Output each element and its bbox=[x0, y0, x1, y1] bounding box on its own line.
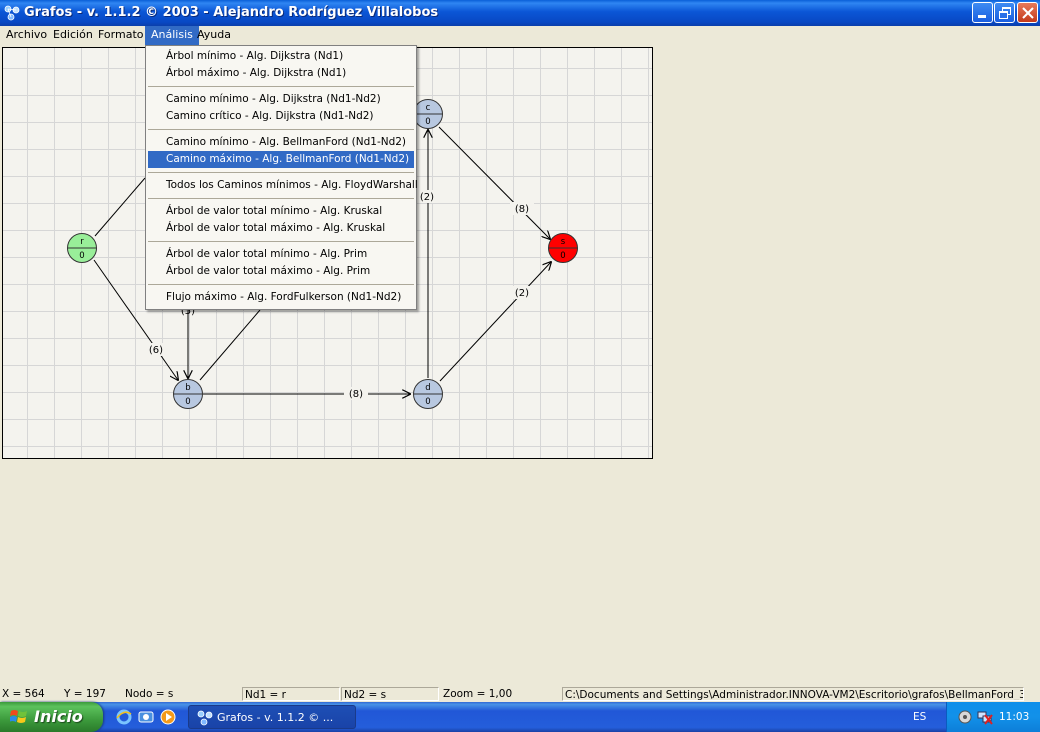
menu-separator bbox=[146, 194, 416, 203]
status-node: Nodo = s bbox=[125, 688, 174, 700]
menu-bar: Archivo Edición Formato Análisis Ayuda bbox=[0, 26, 1040, 45]
menu-arbol-maximo-prim[interactable]: Árbol de valor total máximo - Alg. Prim bbox=[148, 263, 414, 280]
minimize-button[interactable] bbox=[972, 2, 993, 23]
status-x: X = 564 bbox=[2, 688, 45, 700]
internet-explorer-icon[interactable] bbox=[116, 709, 132, 725]
taskbar: Inicio Grafos - v. 1.1.2 © ... ES 11:03 bbox=[0, 702, 1040, 732]
menu-formato[interactable]: Formato bbox=[92, 26, 150, 45]
menu-ayuda[interactable]: Ayuda bbox=[191, 26, 237, 45]
menu-arbol-maximo-dijkstra[interactable]: Árbol máximo - Alg. Dijkstra (Nd1) bbox=[148, 65, 414, 82]
edge-label-c-s: (8) bbox=[515, 204, 529, 215]
node-c-label: c bbox=[426, 103, 431, 113]
app-icon[interactable] bbox=[4, 5, 20, 21]
status-bar: X = 564 Y = 197 Nodo = s Nd1 = r Nd2 = s… bbox=[0, 686, 1040, 702]
restore-button[interactable] bbox=[994, 2, 1015, 23]
menu-flujo-maximo-fordfulkerson[interactable]: Flujo máximo - Alg. FordFulkerson (Nd1-N… bbox=[148, 289, 414, 306]
menu-todos-caminos-floydwarshall[interactable]: Todos los Caminos mínimos - Alg. FloydWa… bbox=[148, 177, 418, 194]
outlook-express-icon[interactable] bbox=[138, 709, 154, 725]
menu-arbol-minimo-kruskal[interactable]: Árbol de valor total mínimo - Alg. Krusk… bbox=[148, 203, 414, 220]
menu-camino-minimo-bellmanford[interactable]: Camino mínimo - Alg. BellmanFord (Nd1-Nd… bbox=[148, 134, 414, 151]
status-nd2: Nd2 = s bbox=[341, 687, 439, 701]
taskbar-item-grafos[interactable]: Grafos - v. 1.1.2 © ... bbox=[188, 705, 356, 729]
close-button[interactable] bbox=[1017, 2, 1038, 23]
language-indicator[interactable]: ES bbox=[913, 711, 926, 723]
node-d-value: 0 bbox=[425, 397, 430, 407]
start-label: Inicio bbox=[34, 707, 83, 726]
menu-camino-minimo-dijkstra[interactable]: Camino mínimo - Alg. Dijkstra (Nd1-Nd2) bbox=[148, 91, 414, 108]
analysis-menu: Árbol mínimo - Alg. Dijkstra (Nd1) Árbol… bbox=[145, 45, 418, 310]
edge-d-s bbox=[439, 262, 551, 382]
menu-camino-maximo-bellmanford[interactable]: Camino máximo - Alg. BellmanFord (Nd1-Nd… bbox=[148, 151, 414, 168]
menu-separator bbox=[146, 280, 416, 289]
windows-logo-icon bbox=[10, 710, 27, 723]
tray-help-icon[interactable] bbox=[957, 709, 973, 725]
node-s-label: s bbox=[561, 237, 566, 247]
edge-label-d-s: (2) bbox=[515, 288, 529, 299]
menu-arbol-maximo-kruskal[interactable]: Árbol de valor total máximo - Alg. Krusk… bbox=[148, 220, 414, 237]
menu-arbol-minimo-prim[interactable]: Árbol de valor total mínimo - Alg. Prim bbox=[148, 246, 414, 263]
window-title: Grafos - v. 1.1.2 © 2003 - Alejandro Rod… bbox=[24, 5, 439, 20]
node-c-value: 0 bbox=[425, 117, 430, 127]
menu-arbol-minimo-dijkstra[interactable]: Árbol mínimo - Alg. Dijkstra (Nd1) bbox=[148, 48, 414, 65]
media-player-icon[interactable] bbox=[160, 709, 176, 725]
edge-label-d-c: (2) bbox=[420, 192, 434, 203]
title-bar: Grafos - v. 1.1.2 © 2003 - Alejandro Rod… bbox=[0, 0, 1040, 26]
edge-label-r-b: (6) bbox=[149, 345, 163, 356]
node-s[interactable]: s 0 bbox=[548, 233, 578, 263]
node-b-value: 0 bbox=[185, 397, 190, 407]
node-b-label: b bbox=[185, 383, 190, 393]
node-s-value: 0 bbox=[560, 251, 565, 261]
node-r-value: 0 bbox=[79, 251, 84, 261]
minimize-icon bbox=[978, 15, 986, 18]
status-nd1: Nd1 = r bbox=[242, 687, 340, 701]
node-d[interactable]: d 0 bbox=[413, 379, 443, 409]
status-y: Y = 197 bbox=[64, 688, 106, 700]
menu-separator bbox=[146, 237, 416, 246]
start-button[interactable]: Inicio bbox=[0, 702, 103, 732]
menu-archivo[interactable]: Archivo bbox=[0, 26, 53, 45]
node-r-label: r bbox=[80, 237, 84, 247]
clock[interactable]: 11:03 bbox=[999, 711, 1029, 723]
system-tray: 11:03 bbox=[946, 702, 1040, 732]
edge-b-partial bbox=[199, 309, 261, 381]
status-zoom: Zoom = 1,00 bbox=[443, 688, 513, 700]
edge-label-b-d: (8) bbox=[349, 389, 363, 400]
grafos-app-icon bbox=[197, 710, 213, 726]
node-d-label: d bbox=[425, 383, 430, 393]
taskbar-item-label: Grafos - v. 1.1.2 © ... bbox=[217, 711, 334, 724]
status-file-path: C:\Documents and Settings\Administrador.… bbox=[562, 687, 1024, 701]
edge-c-s bbox=[438, 126, 550, 239]
edge-r-partial bbox=[94, 177, 146, 237]
node-r[interactable]: r 0 bbox=[67, 233, 97, 263]
menu-camino-critico-dijkstra[interactable]: Camino crítico - Alg. Dijkstra (Nd1-Nd2) bbox=[148, 108, 414, 125]
menu-separator bbox=[146, 125, 416, 134]
network-disconnected-icon[interactable] bbox=[977, 709, 993, 725]
node-b[interactable]: b 0 bbox=[173, 379, 203, 409]
close-icon bbox=[1022, 7, 1034, 19]
menu-separator bbox=[146, 168, 416, 177]
menu-separator bbox=[146, 82, 416, 91]
node-c[interactable]: c 0 bbox=[413, 99, 443, 129]
